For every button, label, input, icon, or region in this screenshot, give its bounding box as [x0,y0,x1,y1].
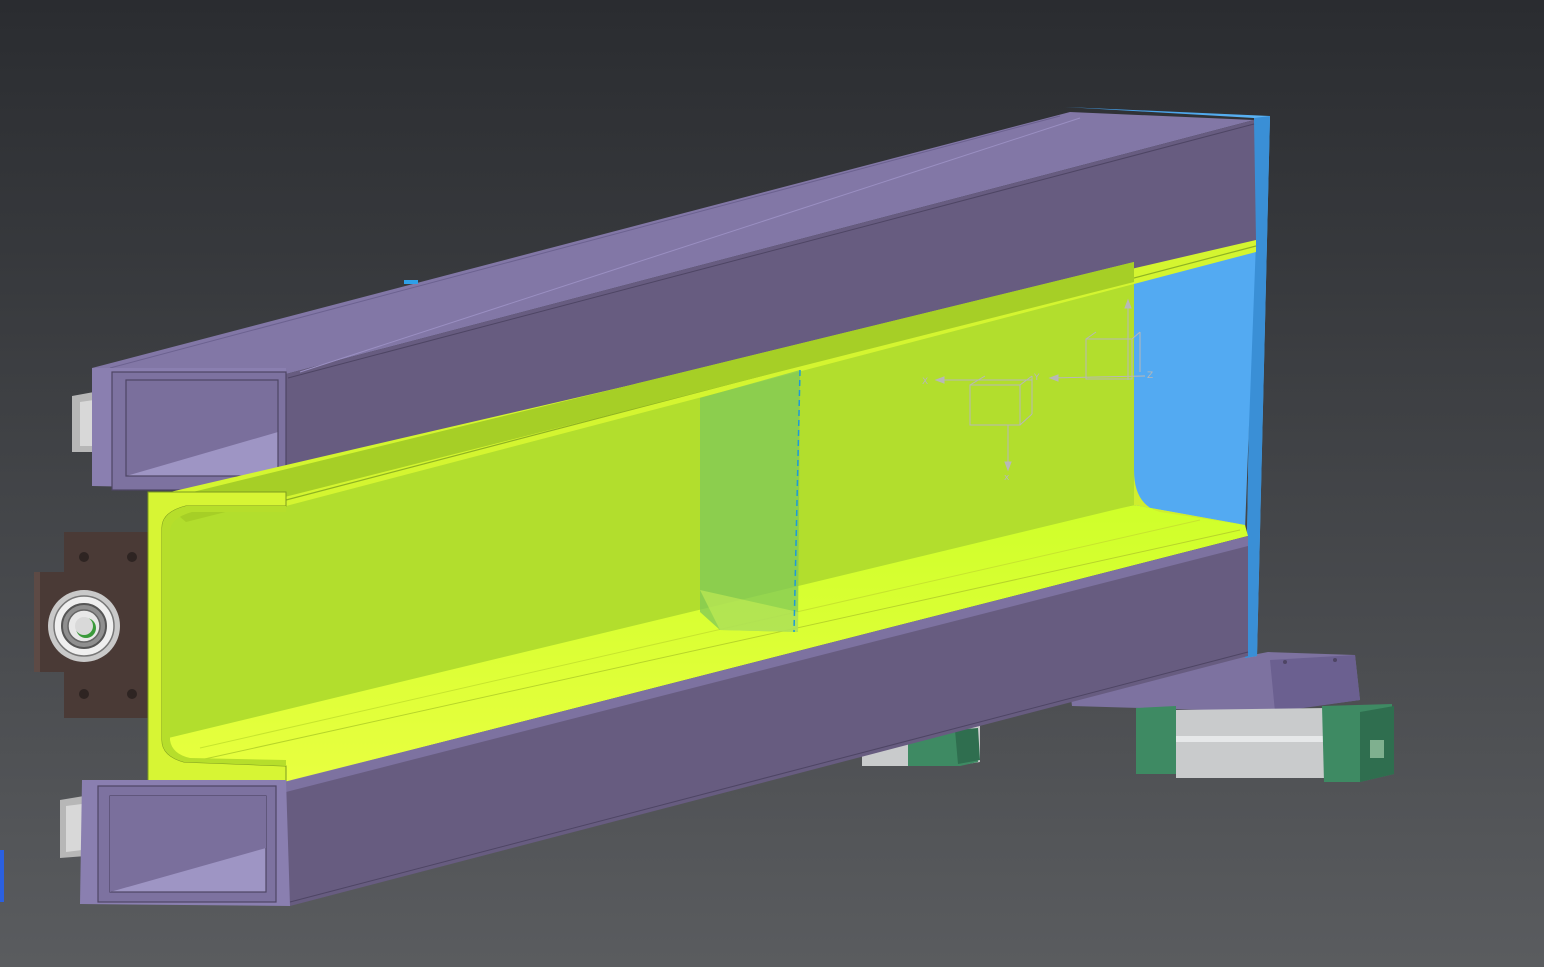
model-canvas[interactable]: X Y Z x [0,0,1544,967]
linear-guide-block-front[interactable] [1136,704,1394,782]
edge-marker [0,850,4,902]
axis-x-label: X [922,377,928,387]
cad-3d-viewport[interactable]: X Y Z x [0,0,1544,967]
section-plane[interactable] [700,369,801,633]
axis-main-label: x [1004,473,1010,483]
small-blue-tab [404,280,418,284]
bearing-icon[interactable] [48,590,120,662]
axis-z-label: Z [1147,371,1153,381]
axis-y-label: Y [1033,373,1040,383]
